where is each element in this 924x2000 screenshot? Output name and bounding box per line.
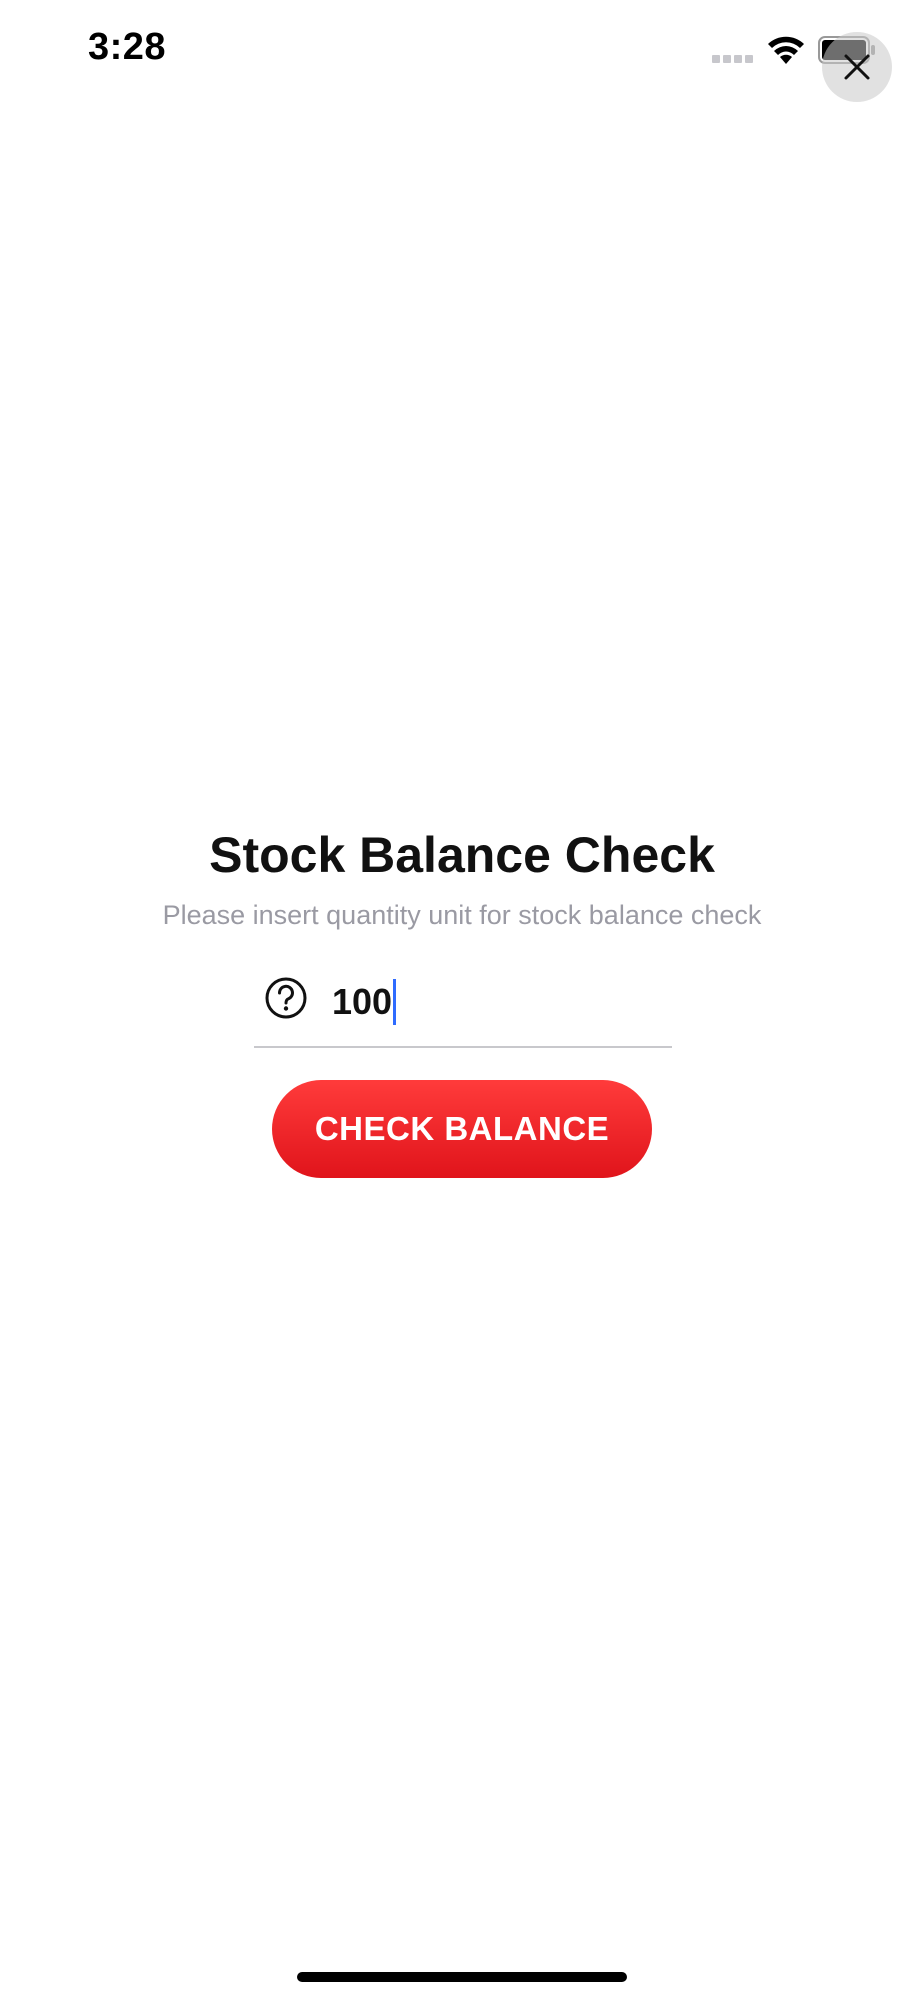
page-title: Stock Balance Check <box>209 827 715 883</box>
quantity-value: 100 <box>332 981 393 1022</box>
close-icon <box>844 54 870 80</box>
wifi-icon <box>768 36 804 64</box>
quantity-input[interactable]: 100 <box>332 976 397 1028</box>
quantity-field[interactable]: 100 <box>254 966 672 1048</box>
check-balance-button[interactable]: CHECK BALANCE <box>272 1080 652 1178</box>
close-button[interactable] <box>822 32 892 102</box>
question-circle-icon[interactable] <box>264 976 308 1020</box>
status-time: 3:28 <box>88 26 167 68</box>
text-caret <box>393 979 397 1025</box>
cellular-signal-icon <box>712 55 756 63</box>
home-indicator <box>297 1972 627 1982</box>
app-screen: 3:28 Stock Balance Check Please insert q… <box>0 0 924 2000</box>
page-subtitle: Please insert quantity unit for stock ba… <box>162 900 762 930</box>
